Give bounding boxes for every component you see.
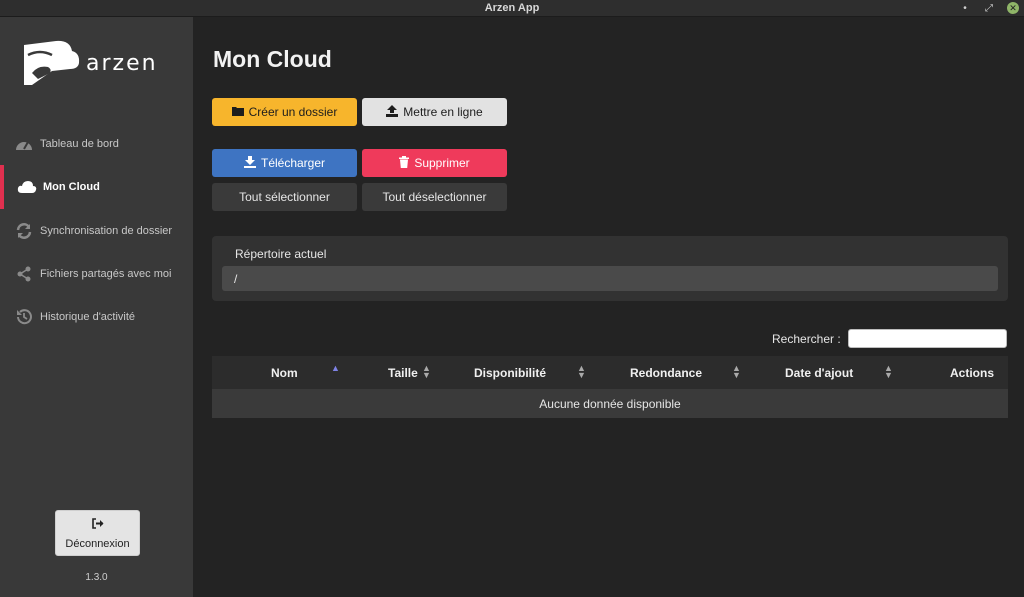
maximize-button[interactable]: ⤢ xyxy=(982,1,996,15)
sort-both-icon[interactable]: ▲ ▼ xyxy=(884,364,893,380)
select-all-button[interactable]: Tout sélectionner xyxy=(212,183,357,211)
delete-button[interactable]: Supprimer xyxy=(362,149,507,177)
column-header-actions: Actions xyxy=(950,365,995,380)
sidebar: arzen Tableau de bord Mon Cloud Synchron… xyxy=(0,17,193,597)
create-folder-label: Créer un dossier xyxy=(248,105,338,119)
minimize-icon: • xyxy=(963,2,967,14)
search-label: Rechercher : xyxy=(772,332,841,346)
sort-asc-icon[interactable]: ▲ xyxy=(331,364,340,373)
trash-icon xyxy=(399,155,410,171)
sort-both-icon[interactable]: ▲ ▼ xyxy=(732,364,741,380)
close-icon: ✕ xyxy=(1007,2,1019,14)
minimize-button[interactable]: • xyxy=(958,1,972,15)
sidebar-item-label: Synchronisation de dossier xyxy=(40,225,173,237)
select-all-label: Tout sélectionner xyxy=(239,190,330,204)
window-titlebar: Arzen App • ⤢ ✕ xyxy=(0,0,1024,17)
sidebar-item-mon-cloud[interactable]: Mon Cloud xyxy=(0,165,193,209)
column-header-date-ajout[interactable]: Date d'ajout xyxy=(785,356,853,389)
table-header: Nom ▲ Taille ▲ ▼ Disponibilité ▲ ▼ Redonda… xyxy=(212,356,1008,389)
column-header-redondance[interactable]: Redondance xyxy=(630,356,702,389)
upload-icon xyxy=(386,104,399,120)
history-icon xyxy=(14,308,34,326)
column-header-nom[interactable]: Nom xyxy=(271,356,298,389)
deselect-all-label: Tout déselectionner xyxy=(382,190,487,204)
files-table: Nom ▲ Taille ▲ ▼ Disponibilité ▲ ▼ Redonda… xyxy=(212,356,1008,418)
logout-label: Déconnexion xyxy=(65,538,130,550)
download-button[interactable]: Télécharger xyxy=(212,149,357,177)
sidebar-item-label: Historique d'activité xyxy=(40,311,136,323)
maximize-icon: ⤢ xyxy=(985,2,993,14)
app-version: 1.3.0 xyxy=(85,572,108,583)
close-button[interactable]: ✕ xyxy=(1006,1,1020,15)
sidebar-item-label: Tableau de bord xyxy=(40,138,119,150)
column-header-disponibilite[interactable]: Disponibilité xyxy=(474,356,546,389)
sidebar-item-tableau-de-bord[interactable]: Tableau de bord xyxy=(0,124,193,164)
logout-icon xyxy=(91,516,104,534)
table-empty-row: Aucune donnée disponible xyxy=(212,389,1008,418)
sidebar-item-historique[interactable]: Historique d'activité xyxy=(0,297,193,337)
page-title: Mon Cloud xyxy=(213,46,332,72)
current-directory-label: Répertoire actuel xyxy=(235,247,327,261)
search-input[interactable] xyxy=(848,329,1007,348)
current-directory-panel: Répertoire actuel xyxy=(212,236,1008,301)
share-icon xyxy=(14,265,34,283)
folder-icon xyxy=(231,105,244,119)
delete-label: Supprimer xyxy=(414,156,470,170)
logout-button[interactable]: Déconnexion xyxy=(55,510,140,556)
download-label: Télécharger xyxy=(260,156,326,170)
download-icon xyxy=(243,155,256,171)
sort-both-icon[interactable]: ▲ ▼ xyxy=(422,364,431,380)
upload-button[interactable]: Mettre en ligne xyxy=(362,98,507,126)
column-header-taille[interactable]: Taille xyxy=(388,356,418,389)
deselect-all-button[interactable]: Tout déselectionner xyxy=(362,183,507,211)
create-folder-button[interactable]: Créer un dossier xyxy=(212,98,357,126)
dashboard-gauge-icon xyxy=(14,135,34,153)
sidebar-item-synchronisation[interactable]: Synchronisation de dossier xyxy=(0,211,193,251)
logo-wordmark: arzen xyxy=(86,51,158,76)
sort-both-icon[interactable]: ▲ ▼ xyxy=(577,364,586,380)
table-empty-text: Aucune donnée disponible xyxy=(539,396,681,411)
sidebar-item-label: Mon Cloud xyxy=(43,181,100,193)
cloud-icon xyxy=(17,178,37,196)
window-title: Arzen App xyxy=(484,2,540,14)
sidebar-item-label: Fichiers partagés avec moi xyxy=(40,268,172,280)
current-directory-field[interactable] xyxy=(222,266,998,291)
sidebar-item-fichiers-partages[interactable]: Fichiers partagés avec moi xyxy=(0,254,193,294)
upload-label: Mettre en ligne xyxy=(403,105,483,119)
sync-icon xyxy=(14,222,34,240)
